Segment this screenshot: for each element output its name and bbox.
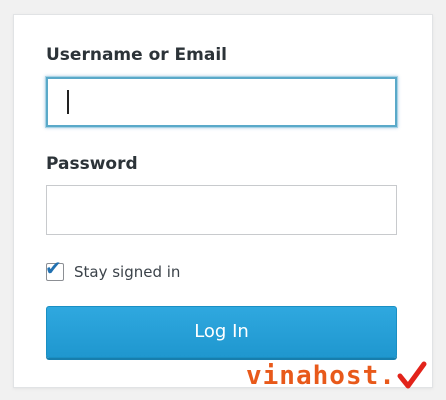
remember-me-checkbox[interactable]: ✔ <box>45 258 64 281</box>
watermark-text: vinahost. <box>246 361 396 391</box>
username-field-wrapper[interactable] <box>46 77 397 127</box>
password-field-wrapper[interactable] <box>46 185 397 235</box>
remember-me-row[interactable]: ✔ Stay signed in <box>45 258 180 282</box>
username-label: Username or Email <box>46 45 228 65</box>
username-input[interactable] <box>48 79 395 125</box>
login-button[interactable]: Log In <box>46 306 397 358</box>
checkmark-logo-icon <box>397 361 427 389</box>
remember-me-label[interactable]: Stay signed in <box>74 263 180 281</box>
password-label: Password <box>46 154 138 174</box>
checkmark-icon: ✔ <box>45 256 62 280</box>
watermark-logo: vinahost. <box>246 359 427 393</box>
password-input[interactable] <box>47 186 396 234</box>
text-caret <box>67 90 69 114</box>
